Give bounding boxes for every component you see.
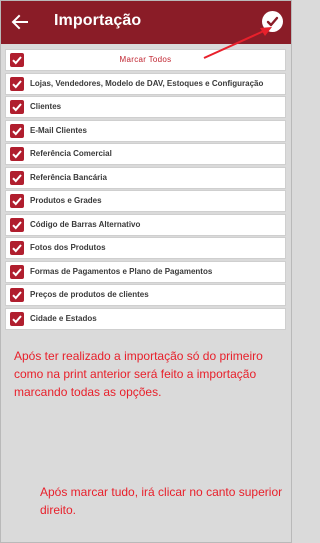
list-item[interactable]: Fotos dos Produtos bbox=[5, 237, 286, 259]
list-item[interactable]: Referência Comercial bbox=[5, 143, 286, 165]
list-item[interactable]: Referência Bancária bbox=[5, 166, 286, 189]
checkbox-checked-icon[interactable] bbox=[10, 194, 24, 208]
list-item[interactable]: Lojas, Vendedores, Modelo de DAV, Estoqu… bbox=[5, 72, 286, 95]
list-item[interactable]: Preços de produtos de clientes bbox=[5, 284, 286, 306]
checkbox-checked-icon[interactable] bbox=[10, 264, 24, 279]
checkbox-checked-icon[interactable] bbox=[10, 288, 24, 302]
list-item[interactable]: Clientes bbox=[5, 96, 286, 118]
checkbox-checked-icon[interactable] bbox=[10, 123, 24, 138]
list-item-label: Produtos e Grades bbox=[30, 196, 102, 205]
checkbox-checked-icon[interactable] bbox=[10, 217, 24, 232]
list-item-label: Cidade e Estados bbox=[30, 313, 97, 323]
checkbox-checked-icon[interactable] bbox=[10, 311, 24, 326]
checkbox-checked-icon[interactable] bbox=[10, 241, 24, 255]
list-item[interactable]: Código de Barras Alternativo bbox=[5, 213, 286, 236]
back-arrow-icon[interactable] bbox=[10, 12, 30, 32]
list-item-label: Fotos dos Produtos bbox=[30, 243, 106, 252]
list-item-label: Lojas, Vendedores, Modelo de DAV, Estoqu… bbox=[30, 78, 264, 88]
list-item-label: Código de Barras Alternativo bbox=[30, 219, 141, 229]
annotation-arrow-icon bbox=[203, 27, 272, 59]
list-item-label: Clientes bbox=[30, 102, 62, 111]
list-item-label: Preços de produtos de clientes bbox=[30, 290, 149, 299]
page-title: Importação bbox=[54, 12, 142, 29]
checkbox-checked-icon[interactable] bbox=[10, 76, 24, 91]
checkbox-checked-icon[interactable] bbox=[10, 170, 24, 185]
list-item-label: Referência Bancária bbox=[30, 172, 107, 182]
import-options-list: Marcar Todos Lojas, Vendedores, Modelo d… bbox=[5, 49, 286, 331]
checkbox-checked-icon[interactable] bbox=[10, 147, 24, 161]
annotation-note-1: Após ter realizado a importação só do pr… bbox=[14, 349, 263, 399]
list-item-label: E-Mail Clientes bbox=[30, 125, 87, 135]
list-item[interactable]: E-Mail Clientes bbox=[5, 119, 286, 142]
list-item[interactable]: Produtos e Grades bbox=[5, 190, 286, 212]
list-item-label: Formas de Pagamentos e Plano de Pagament… bbox=[30, 266, 213, 276]
list-item[interactable]: Cidade e Estados bbox=[5, 307, 286, 330]
checkbox-checked-icon[interactable] bbox=[10, 100, 24, 114]
list-item[interactable]: Formas de Pagamentos e Plano de Pagament… bbox=[5, 260, 286, 283]
annotation-note-2: Após marcar tudo, irá clicar no canto su… bbox=[40, 485, 283, 517]
list-item-label: Referência Comercial bbox=[30, 149, 112, 158]
